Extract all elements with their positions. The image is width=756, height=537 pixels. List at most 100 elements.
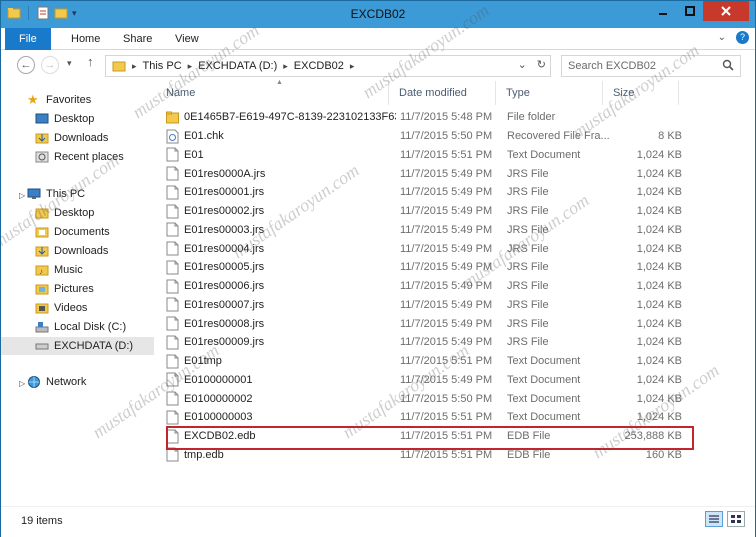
document-icon [166,335,179,350]
column-type[interactable]: Type [496,81,603,105]
file-row[interactable]: E01res00001.jrs 11/7/2015 5:49 PM JRS File… [166,183,691,202]
maximize-button[interactable] [676,1,703,21]
ribbon-right-controls: ⌄ ? [718,31,749,44]
tab-home[interactable]: Home [59,28,112,50]
chevron-right-icon[interactable]: ▸ [283,61,288,72]
details-view-button[interactable] [705,511,723,527]
file-row[interactable]: E01res00005.jrs 11/7/2015 5:49 PM JRS File… [166,258,691,277]
nav-label: EXCHDATA (D:) [54,340,134,352]
file-type: Text Document [507,411,581,424]
file-row[interactable]: E01.chk 11/7/2015 5:50 PM Recovered File F… [166,127,691,146]
svg-text:♪: ♪ [39,267,43,276]
file-type: JRS File [507,167,549,180]
expand-arrow-icon[interactable]: ▷ [19,379,25,388]
refresh-icon[interactable]: ↻ [537,58,546,71]
document-icon [166,354,179,369]
file-name-cell: E01 [166,147,396,162]
search-icon [722,59,734,71]
file-name: E01 [184,148,204,161]
address-dropdown-icon[interactable]: ⌄ [518,58,527,71]
tab-file[interactable]: File [5,28,51,50]
search-input[interactable]: Search EXCDB02 [561,55,741,77]
file-name-cell: E0100000002 [166,391,396,406]
file-row[interactable]: E01tmp 11/7/2015 5:51 PM Text Document 1,02… [166,352,691,371]
file-date: 11/7/2015 5:50 PM [400,130,493,143]
large-icons-view-button[interactable] [727,511,745,527]
tab-view[interactable]: View [163,28,211,50]
file-name-cell: E01res00004.jrs [166,241,396,256]
window-controls [649,1,749,21]
file-row[interactable]: E0100000001 11/7/2015 5:49 PM Text Documen… [166,371,691,390]
file-type: JRS File [507,205,549,218]
file-size: 1,024 KB [636,205,682,218]
pictures-folder-icon [35,284,49,295]
file-row[interactable]: E01res00008.jrs 11/7/2015 5:49 PM JRS File… [166,314,691,333]
expand-arrow-icon[interactable]: ▷ [19,191,25,200]
recent-locations-icon[interactable]: ▾ [67,58,72,69]
file-size: 1,024 KB [636,392,682,405]
file-date: 11/7/2015 5:49 PM [400,205,493,218]
breadcrumb-this-pc[interactable]: This PC [143,60,182,72]
nav-favorites-label: Favorites [46,94,92,106]
system-drive-icon [35,322,49,333]
close-button[interactable] [703,1,749,21]
file-row[interactable]: E0100000003 11/7/2015 5:51 PM Text Documen… [166,408,691,427]
file-date: 11/7/2015 5:49 PM [400,242,493,255]
chevron-right-icon[interactable]: ▸ [350,61,355,72]
file-row[interactable]: E01res00006.jrs 11/7/2015 5:49 PM JRS File… [166,277,691,296]
recovered-file-icon [166,129,179,144]
star-icon: ★ [27,92,39,107]
desktop-icon [35,113,49,124]
file-row[interactable]: 0E1465B7-E619-497C-8139-223102133F63... 1… [166,108,691,127]
file-row[interactable]: E01res00009.jrs 11/7/2015 5:49 PM JRS File… [166,333,691,352]
file-name-cell: E01res00001.jrs [166,185,396,200]
document-icon [166,260,179,275]
nav-label: Documents [54,226,110,238]
file-date: 11/7/2015 5:49 PM [400,261,493,274]
file-date: 11/7/2015 5:49 PM [400,298,493,311]
address-bar[interactable]: ▸ This PC ▸ EXCHDATA (D:) ▸ EXCDB02 ▸ ⌄ … [105,55,551,77]
nav-label: Recent places [54,151,124,163]
file-type: Text Document [507,355,581,368]
file-name: E0100000002 [184,392,253,405]
column-date-modified[interactable]: Date modified [389,81,496,105]
minimize-button[interactable] [649,1,676,21]
file-row[interactable]: E01 11/7/2015 5:51 PM Text Document 1,024 K… [166,146,691,165]
window-title: EXCDB02 [350,7,406,21]
nav-pc-exchdata[interactable]: EXCHDATA (D:) [1,337,154,355]
up-arrow-icon[interactable]: ↑ [87,54,94,69]
column-size[interactable]: Size [603,81,679,105]
file-name: E0100000003 [184,411,253,424]
file-row[interactable]: E01res00002.jrs 11/7/2015 5:49 PM JRS File… [166,202,691,221]
back-button[interactable]: ← [17,56,35,74]
file-row[interactable]: E01res00007.jrs 11/7/2015 5:49 PM JRS File… [166,296,691,315]
breadcrumb-excdb02[interactable]: EXCDB02 [294,60,344,72]
back-arrow-icon: ← [20,59,32,71]
forward-arrow-icon: → [44,59,56,71]
recent-places-icon [35,151,49,163]
file-size: 1,024 KB [636,148,682,161]
column-name[interactable]: Name [156,81,389,105]
file-row[interactable]: E01res00004.jrs 11/7/2015 5:49 PM JRS File… [166,239,691,258]
file-row[interactable]: E0100000002 11/7/2015 5:50 PM Text Documen… [166,389,691,408]
help-icon[interactable]: ? [736,31,749,44]
file-name: E01res00008.jrs [184,317,265,330]
file-name: E01res00005.jrs [184,261,265,274]
file-date: 11/7/2015 5:51 PM [400,148,493,161]
tab-share[interactable]: Share [111,28,164,50]
file-row[interactable]: E01res0000A.jrs 11/7/2015 5:49 PM JRS File… [166,164,691,183]
chevron-right-icon[interactable]: ▸ [188,61,193,72]
computer-icon [27,188,41,199]
file-type: File folder [507,111,556,124]
file-size: 1,024 KB [636,373,682,386]
expand-ribbon-icon[interactable]: ⌄ [718,32,726,43]
chevron-right-icon[interactable]: ▸ [132,61,137,72]
file-name: E01res0000A.jrs [184,167,266,180]
file-name-cell: E0100000003 [166,410,396,425]
file-type: JRS File [507,223,549,236]
forward-button[interactable]: → [41,56,59,74]
document-icon [166,204,179,219]
breadcrumb-exchdata[interactable]: EXCHDATA (D:) [198,60,277,72]
file-row[interactable]: E01res00003.jrs 11/7/2015 5:49 PM JRS File… [166,221,691,240]
file-name: tmp.edb [184,448,224,461]
